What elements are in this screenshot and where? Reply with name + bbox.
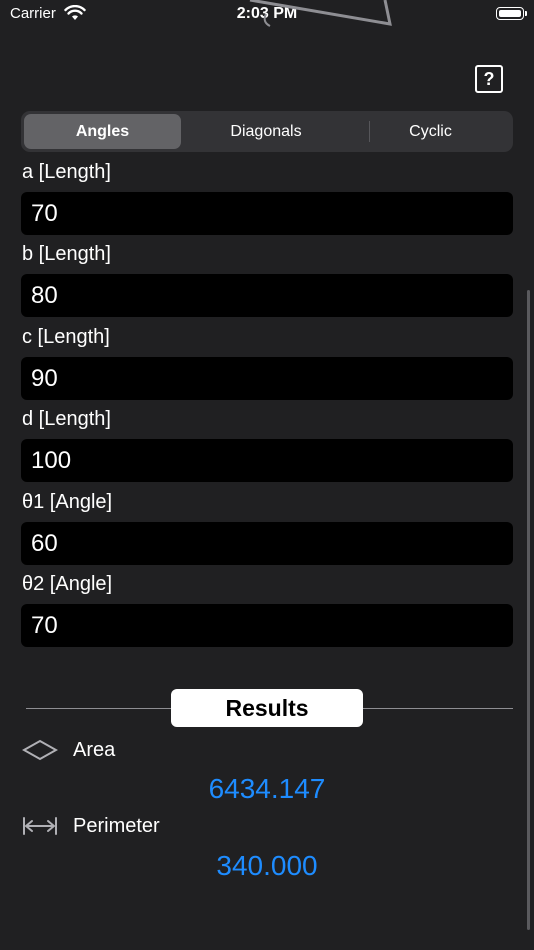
field-label-b: b [Length] xyxy=(22,243,111,265)
results-divider-right xyxy=(362,708,513,709)
input-theta2[interactable]: 70 xyxy=(21,604,513,647)
input-a[interactable]: 70 xyxy=(21,192,513,235)
diamond-icon xyxy=(22,739,58,761)
perimeter-label: Perimeter xyxy=(73,815,160,837)
tab-diagonals[interactable]: Diagonals xyxy=(183,114,349,149)
tab-angles[interactable]: Angles xyxy=(24,114,181,149)
area-label: Area xyxy=(73,739,116,761)
results-heading: Results xyxy=(171,689,363,727)
input-b[interactable]: 80 xyxy=(21,274,513,317)
input-c[interactable]: 90 xyxy=(21,357,513,400)
input-theta1[interactable]: 60 xyxy=(21,522,513,565)
area-value: 6434.147 xyxy=(208,773,326,804)
perimeter-value: 340.000 xyxy=(216,850,318,881)
field-label-a: a [Length] xyxy=(22,161,111,183)
scrollbar[interactable] xyxy=(527,290,530,930)
mode-segmented-control: Angles Diagonals Cyclic xyxy=(21,111,513,152)
input-d[interactable]: 100 xyxy=(21,439,513,482)
quadrilateral-decoration-icon xyxy=(249,0,392,27)
field-label-c: c [Length] xyxy=(22,326,110,348)
field-label-theta2: θ2 [Angle] xyxy=(22,573,113,595)
tab-cyclic[interactable]: Cyclic xyxy=(351,114,510,149)
field-label-d: d [Length] xyxy=(22,408,111,430)
battery-icon xyxy=(496,7,527,20)
width-arrows-icon xyxy=(23,817,57,835)
help-button[interactable]: ? xyxy=(475,65,503,93)
field-label-theta1: θ1 [Angle] xyxy=(22,491,113,513)
results-divider-left xyxy=(26,708,172,709)
